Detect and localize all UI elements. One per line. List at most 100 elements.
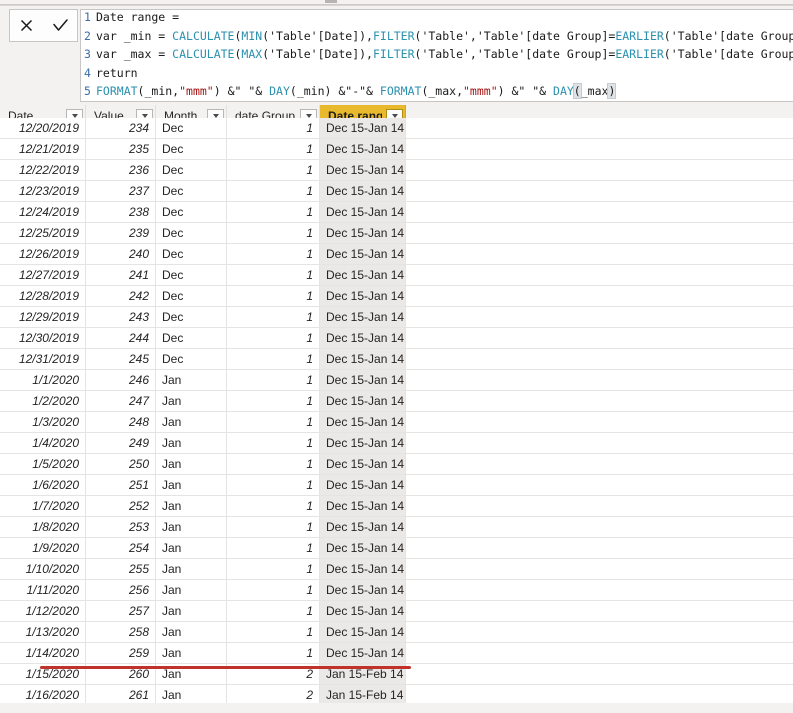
cell-date[interactable]: 12/26/2019 [0,244,86,264]
cell-group[interactable]: 2 [227,685,320,703]
cell-value[interactable]: 250 [86,454,156,474]
cell-month[interactable]: Jan [156,454,227,474]
table-row[interactable]: 12/30/2019 244 Dec 1 Dec 15-Jan 14 [0,328,793,349]
cell-range[interactable]: Dec 15-Jan 14 [320,517,406,537]
cell-date[interactable]: 12/29/2019 [0,307,86,327]
cell-value[interactable]: 239 [86,223,156,243]
cell-range[interactable]: Jan 15-Feb 14 [320,685,406,703]
table-row[interactable]: 12/29/2019 243 Dec 1 Dec 15-Jan 14 [0,307,793,328]
cell-date[interactable]: 12/30/2019 [0,328,86,348]
cell-value[interactable]: 251 [86,475,156,495]
table-row[interactable]: 12/24/2019 238 Dec 1 Dec 15-Jan 14 [0,202,793,223]
cell-range[interactable]: Dec 15-Jan 14 [320,328,406,348]
cell-value[interactable]: 247 [86,391,156,411]
table-row[interactable]: 1/13/2020 258 Jan 1 Dec 15-Jan 14 [0,622,793,643]
cell-range[interactable]: Dec 15-Jan 14 [320,349,406,369]
cell-date[interactable]: 12/23/2019 [0,181,86,201]
cell-range[interactable]: Dec 15-Jan 14 [320,496,406,516]
table-row[interactable]: 12/31/2019 245 Dec 1 Dec 15-Jan 14 [0,349,793,370]
table-row[interactable]: 1/16/2020 261 Jan 2 Jan 15-Feb 14 [0,685,793,703]
cell-value[interactable]: 237 [86,181,156,201]
cell-value[interactable]: 249 [86,433,156,453]
cell-value[interactable]: 241 [86,265,156,285]
cell-month[interactable]: Jan [156,391,227,411]
cell-month[interactable]: Jan [156,643,227,663]
cell-value[interactable]: 258 [86,622,156,642]
cell-month[interactable]: Dec [156,349,227,369]
cell-value[interactable]: 244 [86,328,156,348]
cell-group[interactable]: 1 [227,265,320,285]
cell-month[interactable]: Jan [156,622,227,642]
cell-date[interactable]: 12/22/2019 [0,160,86,180]
cell-group[interactable]: 1 [227,622,320,642]
cell-month[interactable]: Jan [156,559,227,579]
cell-value[interactable]: 256 [86,580,156,600]
cell-range[interactable]: Dec 15-Jan 14 [320,244,406,264]
table-row[interactable]: 1/5/2020 250 Jan 1 Dec 15-Jan 14 [0,454,793,475]
cell-range[interactable]: Dec 15-Jan 14 [320,118,406,138]
cell-month[interactable]: Dec [156,265,227,285]
cell-date[interactable]: 12/28/2019 [0,286,86,306]
cell-group[interactable]: 1 [227,496,320,516]
table-row[interactable]: 1/3/2020 248 Jan 1 Dec 15-Jan 14 [0,412,793,433]
cell-date[interactable]: 1/11/2020 [0,580,86,600]
cell-range[interactable]: Dec 15-Jan 14 [320,454,406,474]
cell-date[interactable]: 12/20/2019 [0,118,86,138]
cell-date[interactable]: 1/10/2020 [0,559,86,579]
cell-date[interactable]: 1/13/2020 [0,622,86,642]
cell-group[interactable]: 1 [227,202,320,222]
cell-value[interactable]: 261 [86,685,156,703]
cell-value[interactable]: 246 [86,370,156,390]
cell-group[interactable]: 1 [227,349,320,369]
table-row[interactable]: 12/25/2019 239 Dec 1 Dec 15-Jan 14 [0,223,793,244]
cell-date[interactable]: 1/4/2020 [0,433,86,453]
cell-month[interactable]: Jan [156,370,227,390]
table-row[interactable]: 1/2/2020 247 Jan 1 Dec 15-Jan 14 [0,391,793,412]
cell-group[interactable]: 1 [227,580,320,600]
dax-formula-editor[interactable]: 1 Date range = 2 var _min = CALCULATE(MI… [80,9,793,102]
cell-range[interactable]: Dec 15-Jan 14 [320,559,406,579]
cell-date[interactable]: 1/3/2020 [0,412,86,432]
commit-edit-button[interactable] [45,11,75,41]
cell-range[interactable]: Dec 15-Jan 14 [320,370,406,390]
cell-range[interactable]: Dec 15-Jan 14 [320,475,406,495]
cell-range[interactable]: Dec 15-Jan 14 [320,181,406,201]
cell-group[interactable]: 1 [227,244,320,264]
table-row[interactable]: 1/6/2020 251 Jan 1 Dec 15-Jan 14 [0,475,793,496]
cell-date[interactable]: 1/8/2020 [0,517,86,537]
cell-date[interactable]: 1/1/2020 [0,370,86,390]
cell-month[interactable]: Dec [156,307,227,327]
cell-month[interactable]: Dec [156,286,227,306]
cell-group[interactable]: 1 [227,538,320,558]
cell-month[interactable]: Jan [156,538,227,558]
cell-month[interactable]: Dec [156,160,227,180]
cell-date[interactable]: 1/16/2020 [0,685,86,703]
cell-range[interactable]: Dec 15-Jan 14 [320,643,406,663]
table-row[interactable]: 1/4/2020 249 Jan 1 Dec 15-Jan 14 [0,433,793,454]
cell-value[interactable]: 245 [86,349,156,369]
cell-group[interactable]: 1 [227,223,320,243]
cell-range[interactable]: Dec 15-Jan 14 [320,202,406,222]
cell-month[interactable]: Dec [156,223,227,243]
cell-month[interactable]: Jan [156,475,227,495]
cell-group[interactable]: 1 [227,475,320,495]
table-row[interactable]: 12/23/2019 237 Dec 1 Dec 15-Jan 14 [0,181,793,202]
cell-month[interactable]: Jan [156,685,227,703]
cell-value[interactable]: 235 [86,139,156,159]
cell-range[interactable]: Dec 15-Jan 14 [320,391,406,411]
cell-group[interactable]: 1 [227,160,320,180]
table-row[interactable]: 12/28/2019 242 Dec 1 Dec 15-Jan 14 [0,286,793,307]
cell-group[interactable]: 1 [227,118,320,138]
table-row[interactable]: 1/8/2020 253 Jan 1 Dec 15-Jan 14 [0,517,793,538]
cell-value[interactable]: 254 [86,538,156,558]
cell-range[interactable]: Dec 15-Jan 14 [320,580,406,600]
cell-range[interactable]: Dec 15-Jan 14 [320,160,406,180]
cell-date[interactable]: 12/31/2019 [0,349,86,369]
cell-date[interactable]: 1/2/2020 [0,391,86,411]
cell-range[interactable]: Dec 15-Jan 14 [320,307,406,327]
cell-date[interactable]: 1/14/2020 [0,643,86,663]
cell-value[interactable]: 259 [86,643,156,663]
cell-group[interactable]: 1 [227,181,320,201]
cell-group[interactable]: 1 [227,517,320,537]
cell-date[interactable]: 12/27/2019 [0,265,86,285]
